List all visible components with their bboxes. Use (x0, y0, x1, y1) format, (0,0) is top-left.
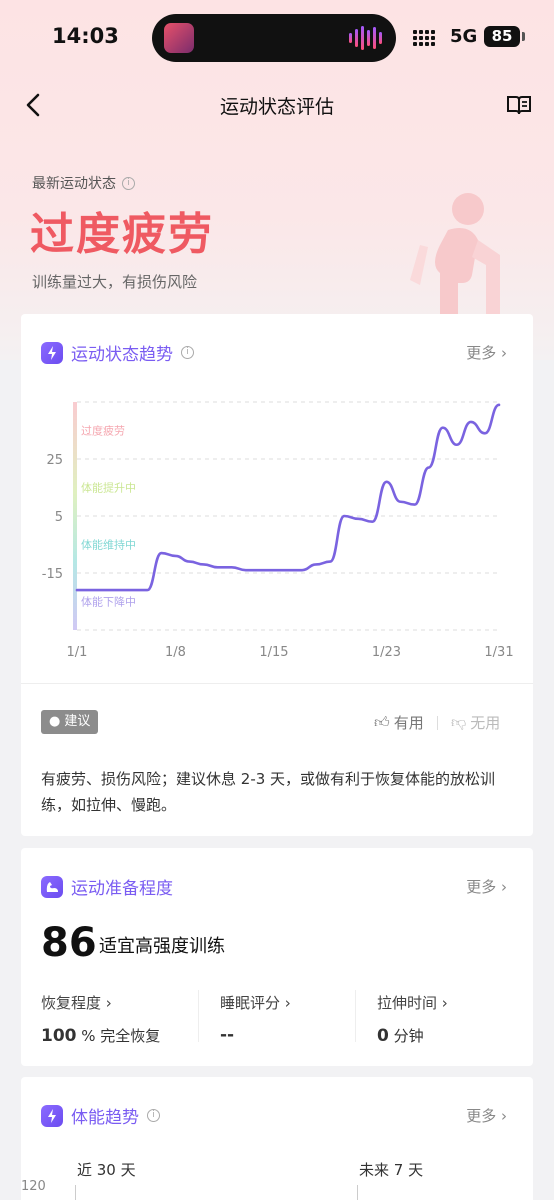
metric-recovery-value: 100 (41, 1026, 77, 1046)
zone-label: 体能提升中 (81, 481, 136, 495)
lightbulb-icon: ● (49, 714, 61, 729)
latest-status-label: 最新运动状态 i (32, 173, 135, 193)
metric-stretch-unit: 分钟 (393, 1027, 424, 1045)
readiness-more-text: 更多 (466, 878, 497, 896)
metric-stretch-value: 0 (377, 1026, 389, 1046)
advice-text: 有疲劳、损伤风险；建议休息 2-3 天，或做有利于恢复体能的放松训练，如拉伸、慢… (41, 770, 496, 814)
tab-next-7-days[interactable]: 未来 7 天 (359, 1159, 423, 1180)
advice-tag-label: 建议 (64, 714, 91, 729)
readiness-score: 86 (41, 920, 97, 966)
zone-color-bar (73, 402, 77, 630)
fitness-card-header: 体能趋势 i (41, 1103, 160, 1128)
divider (21, 683, 533, 684)
battery-tip (522, 32, 525, 41)
status-description: 训练量过大，有损伤风险 (32, 273, 198, 291)
metric-sleep-value: -- (220, 1025, 235, 1045)
info-icon[interactable]: i (147, 1109, 160, 1122)
fitness-more-link[interactable]: 更多 › (466, 1105, 507, 1126)
metric-recovery-unit: % 完全恢复 (81, 1027, 161, 1045)
fitness-y-tick: 120 (21, 1179, 46, 1194)
y-tick-label: 5 (55, 510, 63, 525)
zone-label: 体能下降中 (81, 595, 136, 609)
guide-book-icon[interactable] (506, 93, 532, 117)
readiness-card-header: 运动准备程度 (41, 874, 173, 899)
dynamic-island[interactable] (152, 14, 396, 62)
fitness-card-title: 体能趋势 (71, 1108, 139, 1128)
fitness-axis-future (357, 1185, 358, 1200)
info-icon[interactable]: i (122, 176, 135, 190)
y-tick-label: 25 (46, 453, 63, 468)
network-type: 5G (450, 26, 478, 47)
fitness-more-text: 更多 (466, 1107, 497, 1125)
current-status: 过度疲劳 (30, 209, 214, 260)
metric-stretch-label: 拉伸时间 (377, 994, 438, 1012)
fitness-axis-past (75, 1185, 76, 1200)
tab-past-30-days[interactable]: 近 30 天 (77, 1159, 136, 1180)
metric-separator (198, 990, 199, 1042)
thumbs-up-icon: 👍︎ (374, 713, 390, 731)
navigation-bar: 运动状态评估 (0, 80, 554, 130)
readiness-more-link[interactable]: 更多 › (466, 876, 507, 897)
thumbs-down-icon: 👎︎ (451, 713, 467, 731)
metric-separator (355, 990, 356, 1042)
readiness-card-title: 运动准备程度 (71, 879, 173, 899)
x-tick-label: 1/8 (165, 645, 186, 660)
signal-icon (413, 30, 435, 34)
metric-recovery-label: 恢复程度 (41, 994, 102, 1012)
zone-label: 体能维持中 (81, 538, 136, 552)
trend-card: 运动状态趋势 i 更多 › 25 5 -15 1/1 1/8 1/15 1/23 1/31 过度… (21, 314, 533, 836)
trend-chart: 25 5 -15 1/1 1/8 1/15 1/23 1/31 过度疲劳体能提升中体能维持中体能… (42, 401, 514, 660)
metric-recovery[interactable]: 恢复程度 › 100 % 完全恢复 (41, 992, 160, 1046)
x-tick-label: 1/31 (484, 645, 513, 660)
page-title: 运动状态评估 (219, 96, 334, 118)
useless-button[interactable]: 👎︎ 无用 (451, 712, 500, 733)
status-bar: 14:03 5G 85 (0, 0, 554, 76)
metric-stretch[interactable]: 拉伸时间 › 0 分钟 (377, 992, 448, 1046)
status-time: 14:03 (52, 24, 119, 48)
lightning-icon (41, 1104, 63, 1127)
advice-tag: ● 建议 (41, 710, 99, 734)
series-line (75, 403, 501, 592)
readiness-description: 适宜高强度训练 (99, 936, 225, 957)
fitness-card: 体能趋势 i 更多 › 近 30 天 未来 7 天 120 (21, 1077, 533, 1200)
useful-label: 有用 (393, 714, 424, 732)
muscle-icon (41, 875, 63, 898)
useless-label: 无用 (470, 714, 501, 732)
x-tick-label: 1/1 (67, 645, 88, 660)
battery-level: 85 (484, 26, 520, 47)
useful-button[interactable]: 👍︎ 有用 (374, 712, 424, 733)
x-tick-label: 1/15 (259, 645, 288, 660)
now-playing-app-icon (164, 23, 194, 53)
latest-status-label-text: 最新运动状态 (32, 176, 116, 192)
y-tick-label: -15 (42, 567, 63, 582)
fatigued-person-icon (410, 193, 500, 315)
metric-sleep-label: 睡眠评分 (220, 994, 281, 1012)
feedback-separator (437, 716, 438, 730)
zone-label: 过度疲劳 (81, 424, 125, 438)
x-tick-label: 1/23 (372, 645, 401, 660)
readiness-card: 运动准备程度 更多 › 86 适宜高强度训练 恢复程度 › 100 % 完全恢复… (21, 848, 533, 1066)
audio-wave-icon (349, 25, 382, 51)
metric-sleep[interactable]: 睡眠评分 › -- (220, 992, 291, 1045)
